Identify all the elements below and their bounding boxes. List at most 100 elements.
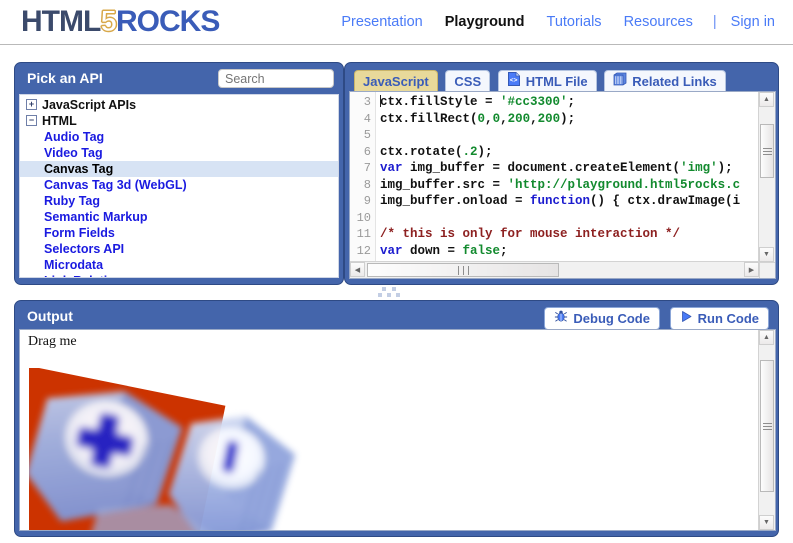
- tree-item-link-relations[interactable]: Link Relations: [20, 273, 338, 277]
- tree-item-ruby-tag[interactable]: Ruby Tag: [20, 193, 338, 209]
- html-file-icon: <>: [507, 71, 521, 92]
- line-number: 6: [363, 144, 371, 159]
- expand-plus-icon[interactable]: +: [26, 99, 37, 111]
- run-code-label: Run Code: [697, 311, 759, 326]
- tree-group-html[interactable]: − HTML: [20, 113, 338, 129]
- scroll-up-arrow-icon[interactable]: ▲: [759, 92, 774, 107]
- run-code-button[interactable]: Run Code: [669, 307, 769, 330]
- line-number: 7: [363, 161, 371, 175]
- tab-label: JavaScript: [363, 74, 429, 89]
- editor-vscroll-thumb[interactable]: [760, 124, 774, 178]
- handle-dot: [387, 293, 391, 297]
- code-line: var down = false;: [380, 243, 508, 258]
- tab-related-links[interactable]: Related Links: [604, 70, 726, 92]
- site-logo[interactable]: HTML5ROCKS: [21, 5, 220, 38]
- nav-link-presentation[interactable]: Presentation: [341, 14, 422, 30]
- line-number: 5: [363, 128, 371, 142]
- code-line: ctx.fillRect(0,0,200,200);: [380, 111, 576, 126]
- nav-separator: |: [712, 14, 717, 30]
- tree-label: HTML: [42, 114, 77, 128]
- output-iframe[interactable]: Drag me ▲ ▼: [19, 329, 776, 531]
- tree-label: JavaScript APIs: [42, 98, 137, 112]
- scroll-right-arrow-icon[interactable]: ▶: [744, 262, 759, 277]
- debug-code-label: Debug Code: [573, 311, 650, 326]
- editor-horizontal-scrollbar[interactable]: ◀ ▶: [350, 261, 759, 278]
- logo-text-html: HTML: [21, 5, 101, 38]
- nav-link-tutorials[interactable]: Tutorials: [547, 14, 602, 30]
- line-number: 9: [363, 194, 371, 208]
- output-canvas[interactable]: [29, 368, 334, 530]
- scroll-up-arrow-icon[interactable]: ▲: [759, 330, 774, 345]
- tab-html-file[interactable]: <> HTML File: [497, 70, 597, 92]
- tree-item-selectors-api[interactable]: Selectors API: [20, 241, 338, 257]
- tree-item-audio-tag[interactable]: Audio Tag: [20, 129, 338, 145]
- code-line: img_buffer.src = 'http://playground.html…: [380, 177, 741, 192]
- site-header: HTML5ROCKS Presentation Playground Tutoria…: [0, 0, 793, 45]
- code-line: ctx.fillStyle = '#cc3300';: [380, 95, 576, 109]
- handle-dot: [382, 287, 386, 291]
- canvas-render: [29, 368, 296, 530]
- scroll-grip-icon: [762, 146, 772, 157]
- line-number: 8: [363, 177, 371, 192]
- editor-hscroll-thumb[interactable]: [367, 263, 559, 277]
- output-header: Output Debug Code Run Code: [19, 305, 774, 330]
- tree-item-microdata[interactable]: Microdata: [20, 257, 338, 273]
- pick-an-api-header: Pick an API: [19, 67, 339, 92]
- collapse-minus-icon[interactable]: −: [26, 115, 37, 127]
- code-line: ctx.rotate(.2);: [380, 144, 493, 159]
- svg-text:<>: <>: [510, 77, 518, 84]
- search-input[interactable]: [218, 69, 334, 88]
- scroll-grip-icon: [456, 265, 471, 275]
- tab-css[interactable]: CSS: [445, 70, 491, 92]
- editor-vertical-scrollbar[interactable]: ▲ ▼: [758, 92, 775, 262]
- scroll-left-arrow-icon[interactable]: ◀: [350, 262, 365, 277]
- handle-dot: [392, 287, 396, 291]
- pick-an-api-title: Pick an API: [27, 70, 103, 86]
- output-vscroll-thumb[interactable]: [760, 360, 774, 492]
- nav-link-resources[interactable]: Resources: [624, 14, 693, 30]
- handle-dot: [378, 293, 382, 297]
- related-links-icon: [613, 71, 627, 92]
- line-number: 12: [356, 243, 371, 258]
- code-text[interactable]: ctx.fillStyle = '#cc3300'; ctx.fillRect(…: [380, 94, 759, 276]
- tree-item-form-fields[interactable]: Form Fields: [20, 225, 338, 241]
- code-line: var img_buffer = document.createElement(…: [380, 161, 733, 175]
- code-editor-panel: JavaScript CSS <> HTML File Related Link…: [344, 62, 779, 285]
- logo-text-rocks: ROCKS: [116, 5, 220, 38]
- line-number: 11: [356, 227, 371, 241]
- scroll-down-arrow-icon[interactable]: ▼: [759, 247, 774, 262]
- output-title: Output: [27, 308, 73, 324]
- line-number: 3: [363, 95, 371, 109]
- line-number: 4: [363, 111, 371, 126]
- tab-label: CSS: [454, 74, 482, 89]
- editor-tabbar: JavaScript CSS <> HTML File Related Link…: [349, 67, 774, 92]
- tree-item-canvas-tag[interactable]: Canvas Tag: [20, 161, 338, 177]
- main-navigation: Presentation Playground Tutorials Resources…: [319, 14, 775, 30]
- logo-text-five: 5: [100, 5, 118, 38]
- tree-item-semantic-markup[interactable]: Semantic Markup: [20, 209, 338, 225]
- editor-tabs: JavaScript CSS <> HTML File Related Link…: [354, 70, 730, 92]
- playground-page: HTML5ROCKS Presentation Playground Tutoria…: [0, 0, 793, 543]
- nav-link-playground[interactable]: Playground: [445, 14, 525, 30]
- tree-item-canvas-tag-3d[interactable]: Canvas Tag 3d (WebGL): [20, 177, 338, 193]
- debug-code-button[interactable]: Debug Code: [544, 307, 660, 330]
- tab-javascript[interactable]: JavaScript: [354, 70, 438, 92]
- panel-resize-handle[interactable]: [378, 286, 418, 297]
- output-vertical-scrollbar[interactable]: ▲ ▼: [758, 330, 775, 530]
- nav-link-sign-in[interactable]: Sign in: [731, 14, 775, 30]
- tree-item-video-tag[interactable]: Video Tag: [20, 145, 338, 161]
- pick-an-api-panel: Pick an API + JavaScript APIs −HTML Audio…: [14, 62, 344, 285]
- code-line: img_buffer.onload = function() { ctx.dra…: [380, 194, 741, 208]
- api-tree[interactable]: + JavaScript APIs − HTML Audio Tag Video T…: [19, 94, 339, 278]
- code-editor[interactable]: 3 4 5 6 7 8 9 10 11 12 13 ctx.fillStyle …: [349, 91, 776, 279]
- handle-dot: [396, 293, 400, 297]
- tab-label: Related Links: [632, 74, 717, 89]
- tree-group-javascript-apis[interactable]: + JavaScript APIs: [20, 97, 338, 113]
- play-icon: [680, 308, 693, 329]
- scroll-down-arrow-icon[interactable]: ▼: [759, 515, 774, 530]
- line-number: 10: [356, 210, 371, 225]
- scroll-grip-icon: [762, 421, 772, 432]
- tab-label: HTML File: [525, 74, 588, 89]
